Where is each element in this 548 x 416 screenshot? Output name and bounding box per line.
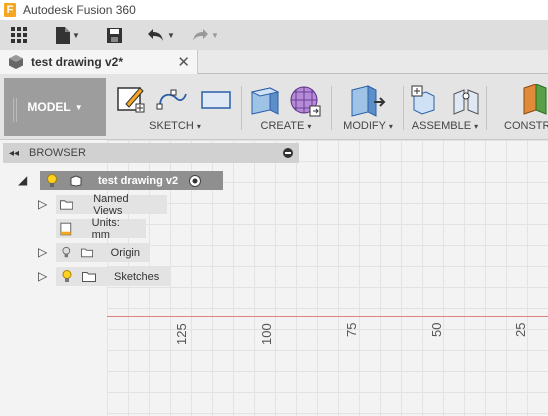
document-tab-label: test drawing v2*	[31, 55, 124, 69]
chevron-down-icon: ▾	[307, 122, 312, 131]
workspace-label: MODEL	[27, 100, 71, 114]
minimize-icon[interactable]	[283, 148, 293, 158]
line-tool-icon[interactable]	[156, 84, 190, 114]
divider	[486, 86, 487, 130]
chevron-down-icon: ▼	[74, 102, 83, 112]
folder-icon	[80, 248, 93, 258]
rectangle-tool-icon[interactable]	[200, 84, 232, 114]
chevron-down-icon: ▼	[167, 30, 175, 40]
document-tab-strip: test drawing v2* ✕	[0, 50, 548, 74]
folder-icon	[60, 200, 74, 210]
browser-item-origin[interactable]: Origin	[56, 243, 150, 262]
joint-icon[interactable]	[450, 84, 482, 116]
expand-triangle-icon[interactable]: ▷	[38, 197, 47, 211]
assemble-group: ASSEMBLE ▾	[408, 78, 482, 136]
chevron-down-icon: ▼	[211, 30, 219, 40]
new-component-icon[interactable]	[410, 84, 442, 116]
ruler-tick: 125	[174, 323, 189, 345]
sketch-label: SKETCH	[149, 120, 194, 132]
radio-activate-icon[interactable]	[188, 174, 202, 188]
item-label: Origin	[110, 246, 140, 259]
ribbon-toolbar: MODEL ▼ SKETCH ▾ CREATE ▾ MODIFY ▾ ASSEM…	[0, 74, 548, 140]
browser-root-node[interactable]: test drawing v2	[40, 171, 223, 190]
root-node-label: test drawing v2	[98, 174, 179, 187]
item-label: Sketches	[114, 270, 160, 283]
lightbulb-icon[interactable]	[46, 173, 58, 188]
document-icon	[70, 174, 82, 187]
expand-triangle-icon[interactable]: ▷	[38, 269, 47, 283]
modify-label: MODIFY	[343, 120, 386, 132]
save-icon[interactable]	[106, 20, 122, 50]
divider	[403, 86, 404, 130]
offset-plane-icon[interactable]	[522, 84, 548, 116]
redo-icon[interactable]: ▼	[189, 20, 221, 50]
construct-group: CONSTRU	[498, 78, 548, 136]
grip-handle[interactable]	[13, 98, 17, 122]
box-icon[interactable]	[248, 84, 282, 118]
lightbulb-icon[interactable]	[62, 270, 72, 283]
workspace-switcher[interactable]: MODEL ▼	[4, 78, 106, 136]
modify-menu[interactable]: MODIFY ▾	[336, 120, 400, 132]
ruler-tick: 25	[513, 322, 528, 337]
sketch-menu[interactable]: SKETCH ▾	[112, 120, 238, 132]
press-pull-icon[interactable]	[350, 84, 386, 118]
folder-icon	[82, 272, 96, 282]
create-group: CREATE ▾	[246, 78, 326, 136]
close-icon[interactable]: ✕	[177, 53, 190, 71]
ruler-tick: 50	[429, 322, 444, 337]
browser-item-sketches[interactable]: Sketches	[56, 267, 171, 286]
create-sketch-icon[interactable]	[116, 84, 146, 114]
collapse-triangle-icon[interactable]: ◢	[18, 173, 27, 187]
quick-access-bar: ▼ ▼ ▼	[0, 20, 548, 50]
chevron-down-icon: ▾	[388, 122, 393, 131]
create-label: CREATE	[260, 120, 305, 132]
ruler-tick: 75	[344, 322, 359, 337]
fusion-logo-icon: F	[4, 3, 16, 17]
construct-menu[interactable]: CONSTRU	[504, 120, 548, 132]
collapse-icon[interactable]: ◂◂	[9, 148, 19, 159]
assemble-label: ASSEMBLE	[411, 120, 472, 132]
divider	[241, 86, 242, 130]
form-icon[interactable]	[288, 84, 322, 118]
item-label: Named Views	[93, 192, 129, 217]
modify-group: MODIFY ▾	[336, 78, 400, 136]
chevron-down-icon: ▾	[474, 122, 479, 131]
file-icon[interactable]: ▼	[54, 20, 82, 50]
document-tab[interactable]: test drawing v2* ✕	[0, 50, 198, 74]
grid-menu-icon[interactable]	[9, 20, 29, 50]
document-cube-icon	[9, 55, 23, 69]
expand-triangle-icon[interactable]: ▷	[38, 245, 47, 259]
browser-title: BROWSER	[29, 147, 86, 159]
browser-header[interactable]: ◂◂ BROWSER	[3, 143, 299, 163]
units-document-icon	[60, 222, 72, 235]
lightbulb-off-icon[interactable]	[62, 246, 71, 259]
app-title: Autodesk Fusion 360	[23, 3, 136, 17]
chevron-down-icon: ▾	[196, 122, 201, 131]
construct-label: CONSTRU	[504, 120, 548, 132]
title-bar: F Autodesk Fusion 360	[0, 0, 548, 20]
assemble-menu[interactable]: ASSEMBLE ▾	[408, 120, 482, 132]
browser-item-named-views[interactable]: Named Views	[56, 192, 167, 217]
ruler-tick: 100	[259, 323, 274, 345]
create-menu[interactable]: CREATE ▾	[246, 120, 326, 132]
divider	[331, 86, 332, 130]
chevron-down-icon: ▼	[72, 30, 80, 40]
item-label: Units: mm	[91, 216, 120, 241]
browser-item-units[interactable]: Units: mm	[56, 216, 146, 241]
undo-icon[interactable]: ▼	[145, 20, 177, 50]
sketch-group: SKETCH ▾	[112, 78, 238, 136]
